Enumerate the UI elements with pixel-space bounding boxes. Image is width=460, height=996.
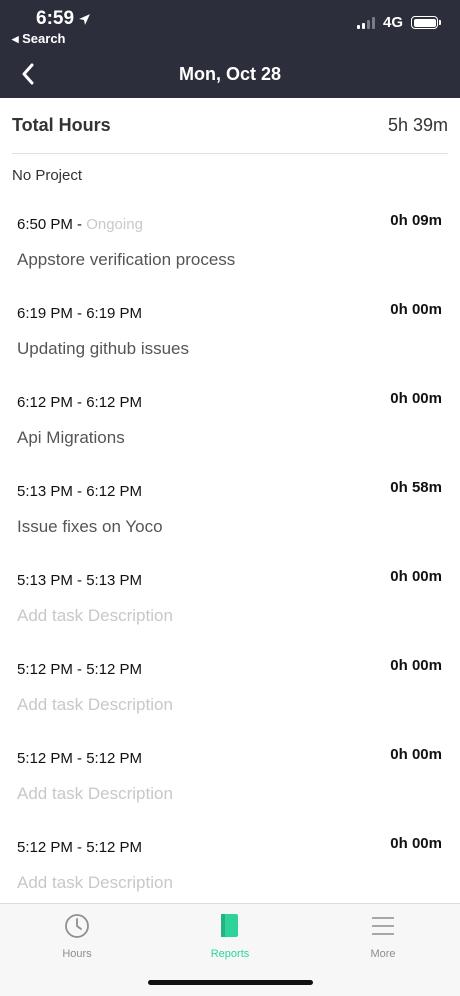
tab-hours-label: Hours: [62, 948, 92, 960]
entry-time: 6:12 PM - 6:12 PM: [17, 394, 143, 411]
project-label: No Project: [12, 167, 83, 184]
entry-time: 5:12 PM - 5:12 PM: [17, 661, 143, 678]
reports-icon: [221, 914, 238, 937]
total-hours-row: Total Hours 5h 39m: [12, 98, 448, 154]
total-hours-label: Total Hours: [12, 115, 111, 135]
time-entry-list: 6:50 PM - Ongoing 0h 09m Appstore verifi…: [0, 200, 460, 912]
ongoing-label: Ongoing: [86, 216, 143, 233]
status-indicators: 4G: [356, 14, 441, 31]
signal-icon: [356, 16, 375, 29]
top-bar: 6:59 ◂ Search 4G Mon, Oct 28: [0, 0, 460, 98]
entry-time: 5:13 PM - 5:13 PM: [17, 572, 143, 589]
clock-icon: [65, 914, 89, 938]
time-entry[interactable]: 5:12 PM - 5:12 PM 0h 00m Add task Descri…: [0, 823, 460, 912]
status-time-text: 6:59: [36, 8, 75, 29]
time-entry[interactable]: 5:12 PM - 5:12 PM 0h 00m Add task Descri…: [0, 734, 460, 823]
entry-duration: 0h 58m: [390, 479, 442, 496]
entry-duration: 0h 09m: [390, 212, 442, 229]
entry-time: 6:50 PM - Ongoing: [17, 216, 143, 233]
page-title: Mon, Oct 28: [178, 64, 281, 84]
time-entry[interactable]: 5:13 PM - 6:12 PM 0h 58m Issue fixes on …: [0, 467, 460, 556]
network-label: 4G: [382, 14, 403, 31]
entry-time: 5:12 PM - 5:12 PM: [17, 839, 143, 856]
tab-hours[interactable]: Hours: [27, 912, 127, 960]
add-description-placeholder[interactable]: Add task Description: [17, 695, 173, 715]
total-hours-value: 5h 39m: [387, 115, 448, 135]
time-entry[interactable]: 6:50 PM - Ongoing 0h 09m Appstore verifi…: [0, 200, 460, 289]
tab-more-label: More: [370, 948, 396, 960]
entry-description: Api Migrations: [17, 428, 125, 447]
tab-reports-label: Reports: [210, 948, 250, 960]
battery-icon: [411, 16, 441, 29]
menu-icon: [372, 917, 394, 935]
time-entry[interactable]: 6:12 PM - 6:12 PM 0h 00m Api Migrations: [0, 378, 460, 467]
add-description-placeholder[interactable]: Add task Description: [17, 784, 173, 804]
tab-reports[interactable]: Reports: [180, 912, 280, 960]
entry-duration: 0h 00m: [390, 301, 442, 318]
entry-duration: 0h 00m: [390, 657, 442, 674]
back-to-search-link[interactable]: ◂ Search: [12, 31, 66, 47]
time-entry[interactable]: 6:19 PM - 6:19 PM 0h 00m Updating github…: [0, 289, 460, 378]
entry-duration: 0h 00m: [390, 746, 442, 763]
entry-time: 5:13 PM - 6:12 PM: [17, 483, 143, 500]
time-entry[interactable]: 5:13 PM - 5:13 PM 0h 00m Add task Descri…: [0, 556, 460, 645]
entry-duration: 0h 00m: [390, 390, 442, 407]
entry-time: 5:12 PM - 5:12 PM: [17, 750, 143, 767]
entry-time: 6:19 PM - 6:19 PM: [17, 305, 143, 322]
home-indicator: [148, 980, 313, 985]
time-entry[interactable]: 5:12 PM - 5:12 PM 0h 00m Add task Descri…: [0, 645, 460, 734]
add-description-placeholder[interactable]: Add task Description: [17, 873, 173, 893]
add-description-placeholder[interactable]: Add task Description: [17, 606, 173, 626]
entry-duration: 0h 00m: [390, 835, 442, 852]
entry-duration: 0h 00m: [390, 568, 442, 585]
location-arrow-icon: [79, 13, 90, 25]
status-time: 6:59: [36, 8, 91, 30]
entry-description: Appstore verification process: [17, 250, 236, 269]
entry-description: Issue fixes on Yoco: [17, 517, 163, 536]
entry-description: Updating github issues: [17, 339, 190, 358]
tab-more[interactable]: More: [333, 912, 433, 960]
